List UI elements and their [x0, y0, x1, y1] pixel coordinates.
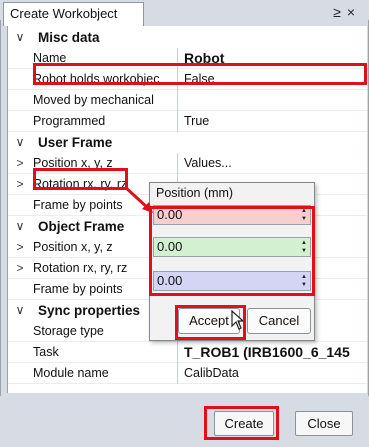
property-name: Programmed [33, 111, 178, 132]
property-row[interactable]: Programmed True [8, 111, 367, 132]
expand-icon[interactable]: > [8, 153, 32, 174]
row-gutter [8, 69, 32, 90]
window-title-tab[interactable]: Create Workobject [3, 2, 144, 26]
footer-bar: Create Close [0, 396, 369, 447]
row-gutter [8, 363, 32, 384]
expand-icon[interactable]: > [8, 174, 32, 195]
property-row[interactable]: Task T_ROB1 (IRB1600_6_145 [8, 342, 367, 363]
row-gutter [8, 321, 32, 342]
spin-down-icon[interactable]: ▼ [299, 281, 309, 289]
cancel-button[interactable]: Cancel [247, 308, 311, 334]
property-value[interactable]: True [184, 111, 367, 132]
arrow-connector [123, 185, 153, 213]
property-name: Robot holds workobjec [33, 69, 178, 90]
spin-down-icon[interactable]: ▼ [299, 215, 309, 223]
close-button[interactable]: Close [295, 411, 353, 436]
spin-up-icon[interactable]: ▲ [299, 207, 309, 215]
row-gutter [8, 90, 32, 111]
collapse-icon[interactable]: ∨ [8, 132, 32, 153]
collapse-icon[interactable]: ∨ [8, 300, 32, 321]
property-name: Name [33, 48, 178, 69]
row-gutter [8, 48, 32, 69]
row-gutter [8, 195, 32, 216]
position-y-field[interactable]: 0.00 ▲ ▼ [153, 237, 311, 257]
property-name: Moved by mechanical [33, 90, 178, 111]
property-name: Module name [33, 363, 178, 384]
popup-title: Position (mm) [156, 186, 234, 200]
expand-icon[interactable]: > [8, 258, 32, 279]
create-button[interactable]: Create [214, 411, 274, 436]
position-z-value: 0.00 [157, 273, 183, 288]
spin-up-icon[interactable]: ▲ [299, 239, 309, 247]
expand-icon[interactable]: > [8, 237, 32, 258]
position-popup: Position (mm) 0.00 ▲ ▼ 0.00 ▲ ▼ 0.00 ▲ ▼ Ac… [149, 182, 315, 341]
collapse-icon[interactable]: ∨ [8, 216, 32, 237]
property-value[interactable]: Values... [184, 153, 367, 174]
row-gutter [8, 111, 32, 132]
property-name: Position x, y, z [33, 153, 178, 174]
property-row[interactable]: Moved by mechanical [8, 90, 367, 111]
window-title: Create Workobject [10, 6, 118, 21]
position-y-value: 0.00 [157, 239, 183, 254]
property-row[interactable]: Name Robot [8, 48, 367, 69]
pin-icon[interactable]: ≥ [333, 4, 347, 20]
mouse-cursor-icon [231, 310, 245, 330]
property-row[interactable]: > Position x, y, z Values... [8, 153, 367, 174]
close-icon[interactable]: × [347, 4, 361, 20]
spin-down-icon[interactable]: ▼ [299, 247, 309, 255]
category-label: User Frame [38, 135, 113, 150]
property-value[interactable]: T_ROB1 (IRB1600_6_145 [184, 342, 367, 363]
category-row[interactable]: ∨ User Frame [8, 132, 367, 153]
property-value[interactable]: False [184, 69, 367, 90]
collapse-icon[interactable]: ∨ [8, 27, 32, 48]
category-label: Misc data [38, 30, 100, 45]
title-bar: Create Workobject ≥× [0, 0, 369, 26]
property-row[interactable]: Robot holds workobjec False [8, 69, 367, 90]
row-gutter [8, 279, 32, 300]
spin-up-icon[interactable]: ▲ [299, 273, 309, 281]
position-x-field[interactable]: 0.00 ▲ ▼ [153, 205, 311, 225]
position-z-field[interactable]: 0.00 ▲ ▼ [153, 271, 311, 291]
category-row[interactable]: ∨ Misc data [8, 27, 367, 48]
property-name: Task [33, 342, 178, 363]
row-gutter [8, 342, 32, 363]
property-value[interactable]: Robot [184, 48, 367, 69]
property-value[interactable]: CalibData [184, 363, 367, 384]
property-row[interactable]: Module name CalibData [8, 363, 367, 384]
